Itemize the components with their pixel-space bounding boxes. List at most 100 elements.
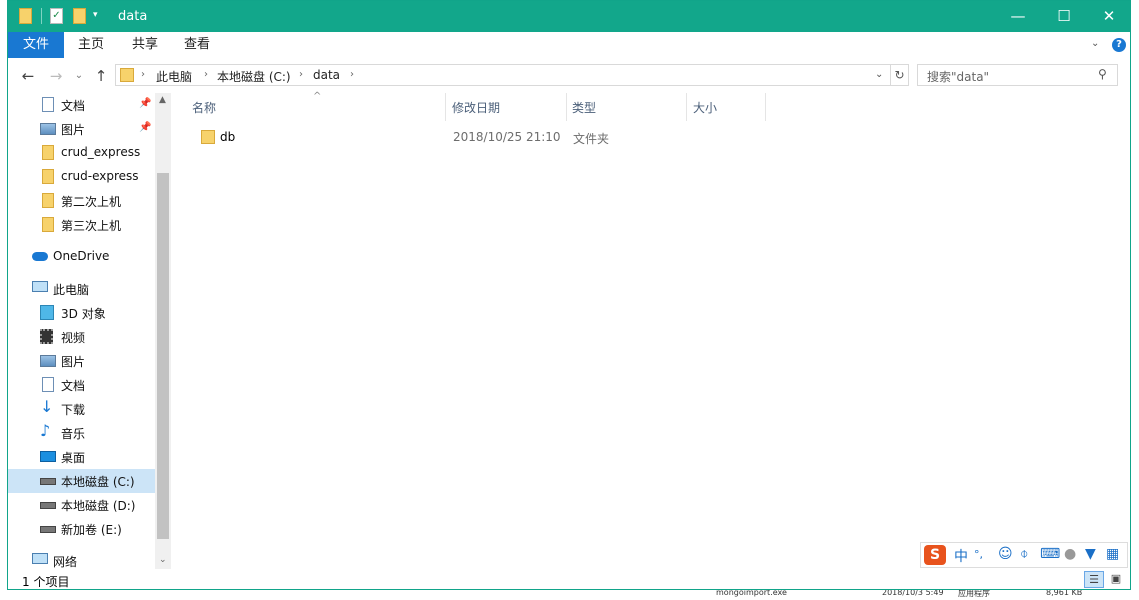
new-folder-icon[interactable]: [73, 8, 86, 24]
customize-toolbar-icon[interactable]: ▾: [93, 10, 98, 20]
sidebar-item-pictures-pc[interactable]: 图片: [8, 349, 155, 373]
sidebar-item-label: crud_express: [61, 145, 141, 159]
sidebar-item-drive-e[interactable]: 新加卷 (E:): [8, 517, 155, 541]
back-arrow-icon[interactable]: ←: [19, 67, 37, 85]
large-icons-view-icon[interactable]: ▣: [1107, 571, 1125, 588]
chevron-right-icon[interactable]: ›: [141, 69, 145, 80]
sidebar-item-label: 第二次上机: [61, 195, 122, 209]
sidebar-item-label: 网络: [53, 555, 78, 569]
status-bar: 1 个项目 ☰ ▣: [8, 569, 1130, 589]
sidebar-item-crud-express-hyphen[interactable]: crud-express: [8, 165, 155, 189]
skin-icon[interactable]: ▼: [1085, 546, 1096, 562]
details-view-icon[interactable]: ☰: [1084, 571, 1104, 588]
scroll-down-icon[interactable]: ⌄: [159, 555, 167, 565]
column-header-modified[interactable]: 修改日期: [452, 99, 500, 116]
user-icon[interactable]: ●: [1064, 546, 1076, 562]
table-row[interactable]: db 2018/10/25 21:10 文件夹: [193, 127, 773, 149]
divider: [41, 8, 42, 24]
3d-objects-icon: [40, 305, 54, 320]
nav-scrollbar[interactable]: ▲ ⌄: [155, 93, 171, 569]
column-divider[interactable]: [686, 93, 687, 121]
tab-share[interactable]: 共享: [120, 32, 170, 58]
sidebar-item-drive-c[interactable]: 本地磁盘 (C:): [8, 469, 155, 493]
minimize-button[interactable]: —: [995, 1, 1041, 32]
network-icon: [32, 553, 48, 564]
column-divider[interactable]: [765, 93, 766, 121]
scrollbar-thumb[interactable]: [157, 173, 169, 539]
sidebar-item-label: 图片: [61, 123, 86, 137]
close-button[interactable]: ✕: [1086, 1, 1130, 32]
refresh-icon[interactable]: ↻: [891, 64, 909, 86]
chevron-right-icon[interactable]: ›: [204, 69, 208, 80]
keyboard-icon[interactable]: ⌨: [1040, 546, 1060, 562]
sidebar-item-drive-d[interactable]: 本地磁盘 (D:): [8, 493, 155, 517]
search-icon[interactable]: ⚲: [1098, 67, 1107, 81]
pin-icon[interactable]: 📌: [139, 98, 151, 109]
column-header-type[interactable]: 类型: [572, 99, 596, 116]
title-bar[interactable]: ✓ ▾ data — ☐ ✕: [8, 1, 1130, 32]
tab-file[interactable]: 文件: [8, 32, 64, 58]
chevron-right-icon[interactable]: ›: [299, 69, 303, 80]
breadcrumb-this-pc[interactable]: 此电脑: [156, 68, 192, 85]
expand-ribbon-icon[interactable]: ⌄: [1091, 38, 1099, 49]
forward-arrow-icon[interactable]: →: [47, 67, 65, 85]
breadcrumb-data[interactable]: data: [313, 68, 340, 82]
sidebar-item-documents-pc[interactable]: 文档: [8, 373, 155, 397]
sogou-logo-icon[interactable]: S: [924, 545, 946, 565]
document-icon: [42, 97, 54, 112]
up-arrow-icon[interactable]: ↑: [92, 67, 110, 85]
breadcrumb-drive-c[interactable]: 本地磁盘 (C:): [217, 68, 291, 85]
drive-icon: [40, 526, 56, 533]
sort-ascending-icon: ^: [313, 91, 322, 102]
chevron-down-icon[interactable]: ⌄: [875, 69, 883, 80]
search-box[interactable]: 搜索"data" ⚲: [917, 64, 1118, 86]
sidebar-item-label: 本地磁盘 (C:): [61, 475, 135, 489]
download-icon: ↓: [40, 397, 54, 416]
folder-icon: [42, 169, 54, 184]
sidebar-item-onedrive[interactable]: OneDrive: [8, 245, 155, 269]
folder-icon: [120, 68, 134, 82]
toolbox-icon[interactable]: ▦: [1106, 546, 1119, 562]
emoji-icon[interactable]: ☺: [998, 546, 1013, 562]
column-divider[interactable]: [445, 93, 446, 121]
column-header-name[interactable]: 名称: [192, 99, 216, 116]
chevron-right-icon[interactable]: ›: [350, 69, 354, 80]
column-header-size[interactable]: 大小: [693, 99, 717, 116]
pictures-icon: [40, 123, 56, 135]
sidebar-item-second-lab[interactable]: 第二次上机: [8, 189, 155, 213]
tab-home[interactable]: 主页: [66, 32, 116, 58]
video-icon: [40, 329, 53, 344]
column-divider[interactable]: [566, 93, 567, 121]
maximize-button[interactable]: ☐: [1041, 1, 1087, 32]
ime-toolbar[interactable]: S 中 °, ☺ ⌽ ⌨ ● ▼ ▦: [920, 542, 1128, 568]
recent-locations-icon[interactable]: ⌄: [70, 70, 88, 81]
file-modified: 2018/10/25 21:10: [453, 130, 561, 144]
search-input[interactable]: 搜索"data": [927, 68, 989, 85]
tab-view[interactable]: 查看: [172, 32, 222, 58]
sidebar-item-crud-express-underscore[interactable]: crud_express: [8, 141, 155, 165]
sidebar-item-pictures[interactable]: 图片 📌: [8, 117, 155, 141]
ime-punctuation-toggle[interactable]: °,: [974, 548, 983, 561]
scroll-up-icon[interactable]: ▲: [159, 95, 166, 105]
address-bar[interactable]: › 此电脑 › 本地磁盘 (C:) › data › ⌄: [115, 64, 891, 86]
drive-icon: [40, 502, 56, 509]
sidebar-item-third-lab[interactable]: 第三次上机: [8, 213, 155, 237]
background-window-right: [1131, 0, 1139, 600]
sidebar-item-downloads[interactable]: ↓ 下载: [8, 397, 155, 421]
sidebar-item-3d-objects[interactable]: 3D 对象: [8, 301, 155, 325]
window-title: data: [118, 9, 148, 24]
item-count: 1 个项目: [22, 575, 70, 589]
sidebar-item-music[interactable]: ♪ 音乐: [8, 421, 155, 445]
sidebar-item-label: 新加卷 (E:): [61, 523, 122, 537]
microphone-icon[interactable]: ⌽: [1020, 546, 1028, 562]
pin-icon[interactable]: 📌: [139, 122, 151, 133]
sidebar-item-label: 文档: [61, 99, 86, 113]
sidebar-item-videos[interactable]: 视频: [8, 325, 155, 349]
sidebar-item-documents[interactable]: 文档 📌: [8, 93, 155, 117]
help-icon[interactable]: ?: [1112, 38, 1126, 52]
properties-icon[interactable]: ✓: [50, 8, 63, 24]
cloud-icon: [32, 252, 48, 261]
sidebar-item-this-pc[interactable]: 此电脑: [8, 277, 155, 301]
sidebar-item-desktop[interactable]: 桌面: [8, 445, 155, 469]
ime-mode-toggle[interactable]: 中: [954, 546, 968, 566]
